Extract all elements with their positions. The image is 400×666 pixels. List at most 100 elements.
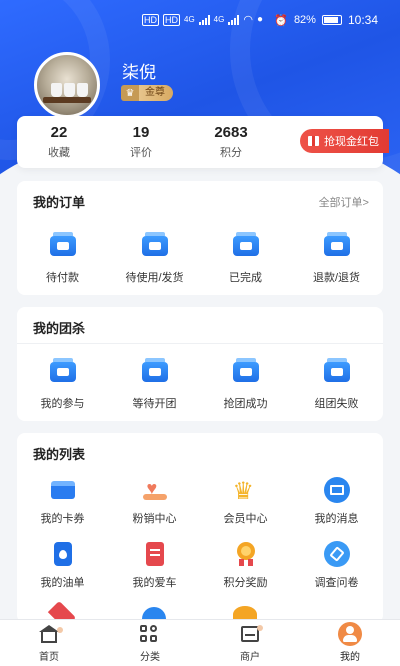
list-title: 我的列表 [33, 447, 86, 462]
list-item-label: 我的卡券 [40, 513, 85, 525]
nav-merchant[interactable]: 商户 [220, 625, 280, 663]
stat-value: 2683 [214, 124, 248, 141]
group-item-label: 等待开团 [132, 398, 177, 410]
nav-me[interactable]: 我的 [320, 622, 380, 663]
red-packet-button[interactable]: 抢现金红包 [300, 129, 389, 153]
signal-label: 4G [184, 15, 195, 24]
member-badge[interactable]: ♛ 金尊 [121, 85, 173, 101]
return-icon [323, 358, 350, 388]
order-item-label: 已完成 [229, 272, 262, 284]
list-points-reward[interactable]: 积分奖励 [200, 541, 291, 590]
list-coupons[interactable]: 我的卡券 [17, 477, 108, 526]
user-icon [338, 622, 362, 646]
list-item-label: 积分奖励 [223, 577, 268, 589]
calendar-icon [141, 232, 168, 262]
grid-icon [140, 625, 160, 643]
list-item-label: 我的消息 [314, 513, 359, 525]
list-item-label: 我的油单 [40, 577, 85, 589]
list-fuel-orders[interactable]: 我的油单 [17, 541, 108, 590]
all-orders-link[interactable]: 全部订单> [319, 194, 369, 210]
car-doc-icon [142, 541, 168, 567]
box-icon [232, 232, 259, 262]
list-item-label: 粉销中心 [132, 513, 177, 525]
order-pending-payment[interactable]: 待付款 [17, 232, 108, 285]
signal-label: 4G [213, 15, 225, 24]
crown-icon: ♛ [232, 478, 255, 505]
group-item-label: 我的参与 [40, 398, 85, 410]
orders-card: 我的订单 全部订单> 待付款 待使用/发货 已完成 退款/退货 [17, 181, 383, 295]
nav-category[interactable]: 分类 [120, 625, 180, 663]
list-survey[interactable]: 调查问卷 [291, 541, 382, 590]
wallet-icon [49, 232, 76, 262]
list-my-car[interactable]: 我的爱车 [109, 541, 200, 590]
stat-value: 22 [50, 124, 68, 141]
order-item-label: 退款/退货 [312, 272, 361, 284]
alarm-icon: ⏰ [274, 14, 288, 27]
wifi-icon: ◠ [243, 14, 253, 26]
mail-icon [323, 477, 350, 503]
order-item-label: 待使用/发货 [125, 272, 184, 284]
nav-label: 分类 [140, 652, 160, 663]
wallet-icon [49, 358, 76, 388]
group-item-label: 抢团成功 [223, 398, 268, 410]
bottom-navigation: 首页 分类 商户 我的 [0, 619, 400, 666]
username: 柒倪 [122, 63, 156, 82]
heart-hand-icon: ♥ [142, 477, 168, 503]
group-card: 我的团杀 我的参与 等待开团 抢团成功 组团失败 [17, 307, 383, 421]
medal-icon [233, 541, 259, 567]
avatar[interactable] [34, 52, 100, 118]
group-title: 我的团杀 [33, 321, 86, 336]
battery-icon [321, 15, 342, 25]
list-messages[interactable]: 我的消息 [291, 477, 382, 526]
stat-label: 评价 [130, 147, 152, 159]
stat-label: 收藏 [48, 147, 70, 159]
status-bar: HD HD 4G 4G ◠ ● ⏰ 82% 10:34 [0, 0, 400, 40]
hd-indicator: HD [163, 13, 180, 26]
list-member-center[interactable]: ♛ 会员中心 [200, 477, 291, 526]
group-failed[interactable]: 组团失败 [291, 358, 382, 411]
order-completed[interactable]: 已完成 [200, 232, 291, 285]
return-icon [323, 232, 350, 262]
list-item-label: 我的爱车 [132, 577, 177, 589]
nav-home[interactable]: 首页 [19, 625, 79, 663]
signal-icon [228, 14, 240, 25]
orders-title: 我的订单 [33, 195, 86, 210]
calendar-icon [141, 358, 168, 388]
list-fan-center[interactable]: ♥ 粉销中心 [109, 477, 200, 526]
stat-points[interactable]: 2683 积分 [191, 124, 271, 160]
nav-label: 商户 [240, 652, 260, 663]
stat-label: 积分 [220, 147, 242, 159]
stat-reviews[interactable]: 19 评价 [101, 124, 181, 160]
clock: 10:34 [347, 13, 378, 27]
chat-icon: ● [256, 14, 263, 25]
oil-barrel-icon [50, 541, 76, 567]
signal-icon [198, 14, 210, 25]
list-item-label: 会员中心 [223, 513, 268, 525]
box-icon [232, 358, 259, 388]
gift-icon [308, 136, 319, 146]
battery-percent: 82% [293, 14, 316, 26]
home-icon [39, 625, 63, 643]
hd-indicator: HD [142, 13, 159, 26]
nav-label: 我的 [340, 652, 360, 663]
group-success[interactable]: 抢团成功 [200, 358, 291, 411]
group-item-label: 组团失败 [314, 398, 359, 410]
store-icon [240, 625, 263, 643]
list-item-label: 调查问卷 [314, 577, 359, 589]
stat-value: 19 [132, 124, 150, 141]
stats-card: 22 收藏 19 评价 2683 积分 抢现金红包 [17, 116, 389, 168]
tag-icon [323, 541, 350, 567]
member-level-label: 金尊 [139, 85, 173, 101]
order-pending-use[interactable]: 待使用/发货 [109, 232, 200, 285]
red-packet-label: 抢现金红包 [324, 136, 379, 148]
stat-favorites[interactable]: 22 收藏 [19, 124, 99, 160]
group-joined[interactable]: 我的参与 [17, 358, 108, 411]
divider [17, 343, 383, 344]
order-item-label: 待付款 [46, 272, 79, 284]
list-card: 我的列表 我的卡券 ♥ 粉销中心 ♛ 会员中心 我的消息 我的油单 我的爱车 积… [17, 433, 383, 630]
group-waiting[interactable]: 等待开团 [109, 358, 200, 411]
order-refund[interactable]: 退款/退货 [291, 232, 382, 285]
nav-label: 首页 [39, 652, 59, 663]
crown-icon: ♛ [121, 85, 139, 101]
card-icon [50, 477, 76, 503]
